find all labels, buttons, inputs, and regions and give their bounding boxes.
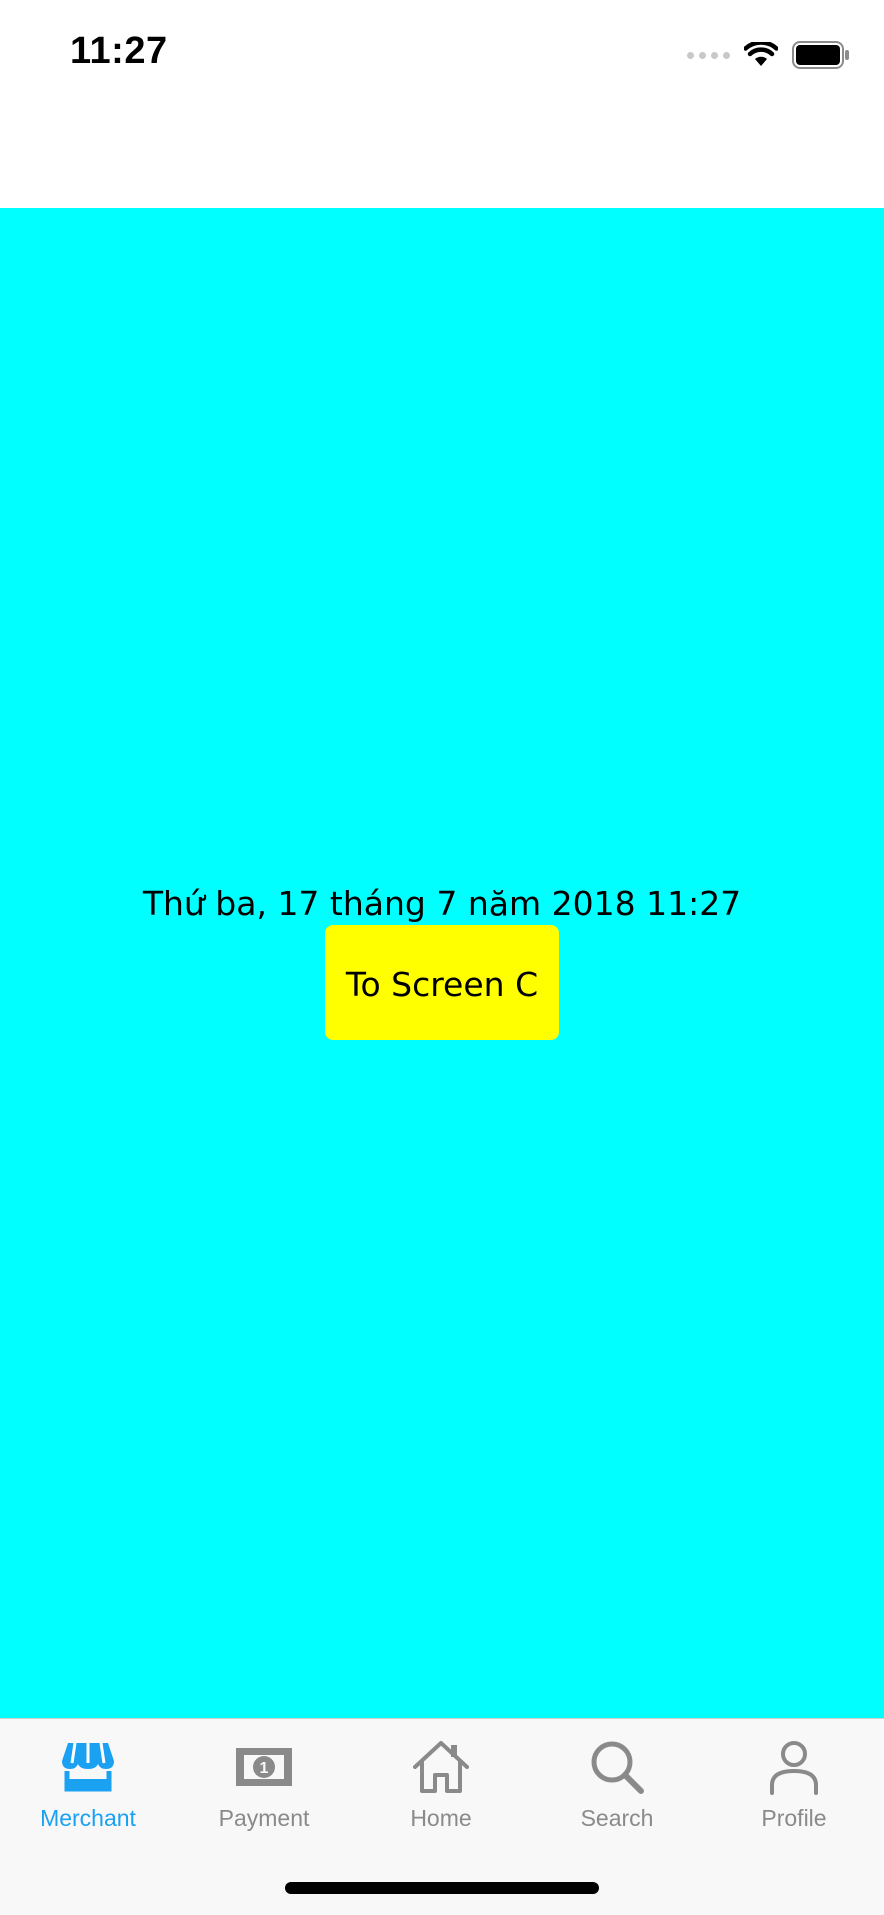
tab-search[interactable]: Search — [529, 1739, 705, 1832]
battery-icon — [792, 41, 849, 69]
storefront-icon — [62, 1742, 114, 1792]
person-icon — [770, 1741, 818, 1795]
to-screen-c-button-label: To Screen C — [345, 964, 539, 1004]
tab-label-profile: Profile — [761, 1805, 827, 1831]
home-indicator[interactable] — [285, 1882, 599, 1894]
wifi-icon — [744, 42, 778, 66]
banknote-icon: 1 — [236, 1748, 292, 1786]
cellular-signal-icon — [687, 51, 730, 59]
status-time: 11:27 — [70, 30, 168, 72]
tab-label-home: Home — [410, 1805, 472, 1831]
tab-label-search: Search — [580, 1805, 654, 1831]
app-screen: 11:27 Thứ ba, 17 tháng 7 năm 2018 11:27 … — [0, 0, 884, 1915]
main-content: Thứ ba, 17 tháng 7 năm 2018 11:27 To Scr… — [0, 208, 884, 1718]
search-icon — [591, 1741, 644, 1794]
svg-text:1: 1 — [260, 1760, 269, 1777]
status-icons — [687, 38, 850, 72]
tab-merchant[interactable]: Merchant — [0, 1739, 176, 1832]
tab-label-payment: Payment — [218, 1805, 310, 1831]
to-screen-c-button[interactable]: To Screen C — [325, 925, 559, 1040]
tab-home[interactable]: Home — [353, 1739, 529, 1832]
tab-profile[interactable]: Profile — [706, 1739, 882, 1832]
status-bar: 11:27 — [0, 0, 884, 108]
date-label: Thứ ba, 17 tháng 7 năm 2018 11:27 — [142, 884, 742, 923]
navigation-bar — [0, 108, 884, 208]
tab-label-merchant: Merchant — [40, 1805, 136, 1831]
tab-payment[interactable]: 1 Payment — [176, 1739, 352, 1832]
home-icon — [413, 1741, 469, 1793]
